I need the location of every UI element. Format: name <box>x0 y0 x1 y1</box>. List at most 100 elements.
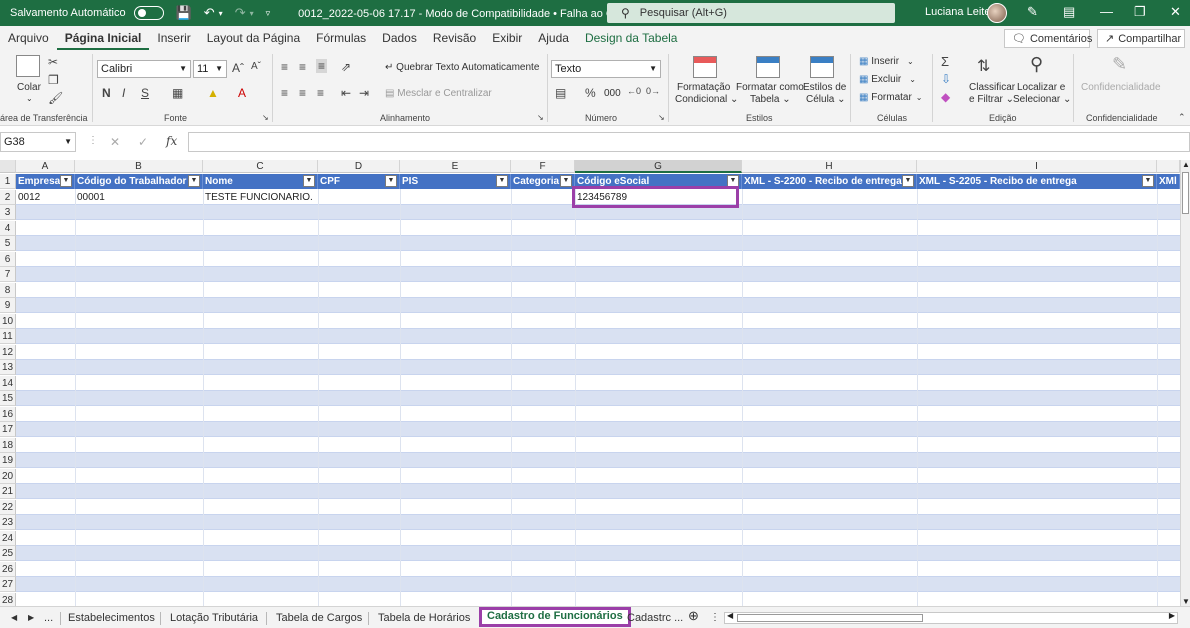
align-bottom-icon[interactable]: ≡ <box>316 59 328 73</box>
cell-c2[interactable]: TESTE FUNCIONARIO. <box>203 190 318 205</box>
tab-split-handle-icon[interactable]: ⋮ <box>710 609 720 627</box>
insert-cells-button[interactable]: ▦ Inserir ⌄ <box>859 56 914 67</box>
table-row[interactable] <box>16 283 1180 298</box>
cond-format-label-1[interactable]: Formatação <box>677 82 730 93</box>
vertical-scroll-thumb[interactable] <box>1182 172 1189 214</box>
cut-icon[interactable]: ✂ <box>48 55 58 69</box>
row-header[interactable]: 21 <box>0 484 16 499</box>
sheet-tab-cadastro-next[interactable]: Cadastrc ... <box>627 609 683 627</box>
row-header[interactable]: 16 <box>0 406 16 422</box>
restore-icon[interactable]: ❐ <box>1134 4 1146 20</box>
font-color-icon[interactable]: A <box>238 86 246 100</box>
worksheet-grid[interactable]: A B C D E F G H I 1 2 3 4 5 6 7 8 9 10 11 12 13 14 15 1… <box>0 160 1180 608</box>
autosum-icon[interactable]: Σ <box>941 54 949 69</box>
align-left-icon[interactable]: ≡ <box>281 86 288 100</box>
align-top-icon[interactable]: ≡ <box>281 60 288 74</box>
table-header-pis[interactable]: PIS ▼ <box>400 174 511 189</box>
row-header[interactable]: 20 <box>0 468 16 484</box>
sort-filter-label-2[interactable]: e Filtrar ⌄ <box>969 94 1014 105</box>
table-header-xml-s2205[interactable]: XML - S-2205 - Recibo de entrega ▼ <box>917 174 1157 189</box>
confidentiality-icon[interactable]: ✎ <box>1112 54 1127 75</box>
tab-formulas[interactable]: Fórmulas <box>308 26 374 50</box>
table-header-empresa[interactable]: Empresa ▼ <box>16 174 75 189</box>
table-row[interactable] <box>16 391 1180 406</box>
cell-h2[interactable] <box>742 190 917 205</box>
table-header-nome[interactable]: Nome ▼ <box>203 174 318 189</box>
customize-toolbar-icon[interactable]: ▿ <box>266 8 271 19</box>
scroll-left-icon[interactable]: ◀ <box>727 611 733 620</box>
table-row[interactable] <box>16 422 1180 437</box>
cell-styles-label-1[interactable]: Estilos de <box>803 82 846 93</box>
table-row[interactable] <box>16 376 1180 391</box>
alignment-dialog-launcher-icon[interactable]: ↘ <box>537 113 544 122</box>
column-header-h[interactable]: H <box>742 160 917 173</box>
tab-layout-pagina[interactable]: Layout da Página <box>199 26 308 50</box>
more-sheets-left[interactable]: ... <box>44 609 53 627</box>
filter-dropdown-icon[interactable]: ▼ <box>560 175 572 187</box>
align-center-icon[interactable]: ≡ <box>299 86 306 100</box>
font-name-select[interactable]: Calibri ▼ <box>97 60 191 78</box>
column-header-i[interactable]: I <box>917 160 1157 173</box>
scroll-down-icon[interactable]: ▼ <box>1182 597 1190 606</box>
table-header-codigo-trabalhador[interactable]: Código do Trabalhador ▼ <box>75 174 203 189</box>
sheet-tab-lotacao-tributaria[interactable]: Lotação Tributária <box>170 609 258 627</box>
table-row[interactable] <box>16 236 1180 251</box>
cell-f2[interactable] <box>511 190 575 205</box>
table-row[interactable] <box>16 469 1180 484</box>
row-header[interactable]: 25 <box>0 546 16 561</box>
formula-input[interactable] <box>188 132 1190 152</box>
sort-filter-label-1[interactable]: Classificar <box>969 82 1015 93</box>
comments-button[interactable]: 🗨 Comentários <box>1004 29 1092 48</box>
column-header-a[interactable]: A <box>16 160 75 173</box>
font-size-select[interactable]: 11 ▼ <box>193 60 227 78</box>
row-header[interactable]: 13 <box>0 360 16 375</box>
italic-button[interactable]: I <box>122 86 125 100</box>
avatar[interactable] <box>987 3 1007 23</box>
align-middle-icon[interactable]: ≡ <box>299 60 306 74</box>
paste-icon[interactable] <box>16 55 40 77</box>
table-row[interactable] <box>16 360 1180 375</box>
row-header[interactable]: 8 <box>0 282 16 298</box>
row-header[interactable]: 24 <box>0 530 16 546</box>
format-cells-button[interactable]: ▦ Formatar ⌄ <box>859 92 923 103</box>
row-header[interactable]: 18 <box>0 437 16 453</box>
cell-b2[interactable]: 00001 <box>75 190 203 205</box>
tab-arquivo[interactable]: Arquivo <box>0 26 57 50</box>
tab-design-tabela[interactable]: Design da Tabela <box>577 26 686 50</box>
format-table-label-2[interactable]: Tabela ⌄ <box>750 94 791 105</box>
row-header[interactable]: 3 <box>0 205 16 220</box>
column-header-e[interactable]: E <box>400 160 511 173</box>
align-right-icon[interactable]: ≡ <box>317 86 324 100</box>
table-row[interactable] <box>16 453 1180 468</box>
row-header[interactable]: 2 <box>0 189 16 205</box>
table-row[interactable] <box>16 531 1180 546</box>
format-as-table-icon[interactable] <box>756 56 780 78</box>
table-header-categoria[interactable]: Categoria ▼ <box>511 174 575 189</box>
borders-icon[interactable]: ▦ <box>172 86 183 100</box>
merge-center-button[interactable]: ▤ Mesclar e Centralizar <box>385 88 492 99</box>
cell-i2[interactable] <box>917 190 1157 205</box>
orientation-icon[interactable]: ⇗ <box>341 60 351 74</box>
format-table-label-1[interactable]: Formatar como <box>736 82 804 93</box>
decrease-font-icon[interactable]: Aˇ <box>251 61 261 72</box>
collapse-ribbon-icon[interactable]: ⌃ <box>1178 112 1186 123</box>
table-header-cpf[interactable]: CPF ▼ <box>318 174 400 189</box>
ribbon-display-icon[interactable]: ▤ <box>1063 4 1075 20</box>
table-row[interactable] <box>16 298 1180 313</box>
row-header[interactable]: 9 <box>0 298 16 313</box>
tab-ajuda[interactable]: Ajuda <box>530 26 577 50</box>
user-name[interactable]: Luciana Leite <box>925 6 990 18</box>
fill-color-icon[interactable]: ▲ <box>207 86 219 100</box>
paste-label[interactable]: Colar <box>17 82 41 93</box>
bold-button[interactable]: N <box>102 86 111 100</box>
fill-icon[interactable]: ⇩ <box>941 72 951 86</box>
table-row[interactable] <box>16 515 1180 530</box>
accounting-format-icon[interactable]: ▤ <box>555 86 566 100</box>
find-select-label-1[interactable]: Localizar e <box>1017 82 1065 93</box>
find-select-icon[interactable]: ⚲ <box>1030 54 1043 75</box>
prev-sheet-icon[interactable]: ◀ <box>11 609 17 627</box>
cell-styles-icon[interactable] <box>810 56 834 78</box>
table-row[interactable] <box>16 438 1180 453</box>
row-header[interactable]: 23 <box>0 515 16 530</box>
row-header[interactable]: 1 <box>0 174 16 189</box>
